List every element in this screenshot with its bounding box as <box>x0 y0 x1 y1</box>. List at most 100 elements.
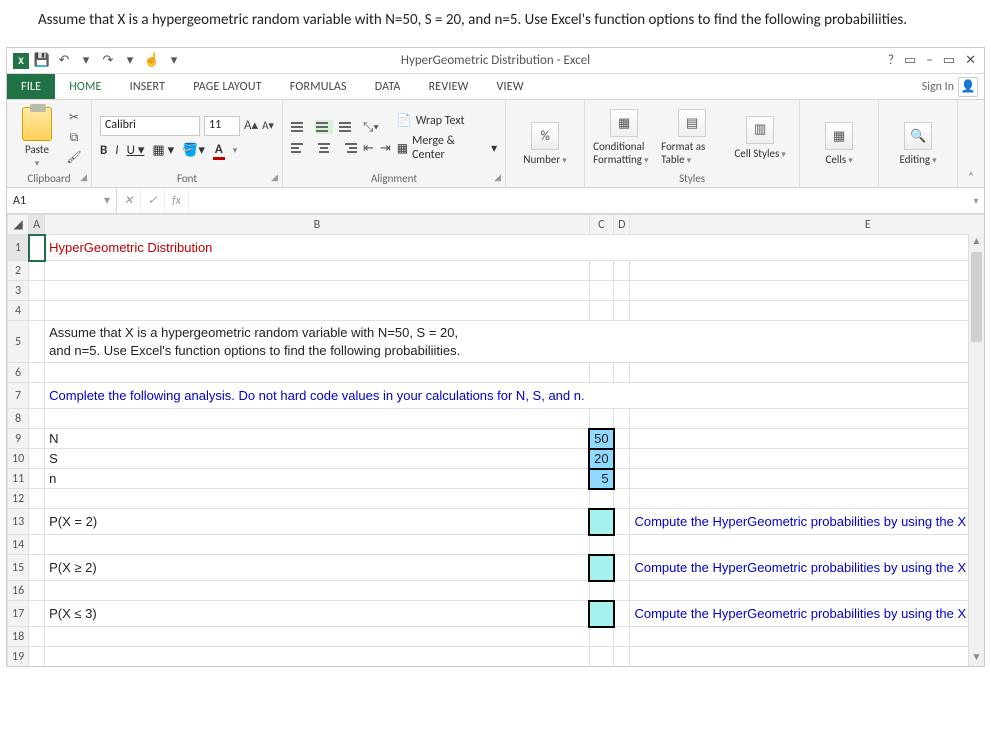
align-middle-icon[interactable] <box>315 120 333 134</box>
row-header[interactable]: 5 <box>8 321 29 363</box>
cell-C10[interactable]: 20 <box>589 449 613 469</box>
tab-home[interactable]: HOME <box>55 74 115 99</box>
row-header[interactable]: 7 <box>8 383 29 409</box>
column-headers[interactable]: ◢ A B C D E F G H I J K L M N O <box>8 215 985 235</box>
increase-indent-icon[interactable]: ⇥ <box>380 141 391 156</box>
cell-C13[interactable] <box>589 509 613 535</box>
cell-B9[interactable]: N <box>45 429 589 449</box>
sign-in[interactable]: Sign In 👤 <box>922 77 984 97</box>
scroll-up-icon[interactable]: ▲ <box>969 234 984 250</box>
orientation-icon[interactable]: ⤡▾ <box>363 120 379 135</box>
cell-C17[interactable] <box>589 601 613 627</box>
font-color-icon[interactable]: A <box>213 142 225 160</box>
touch-mode-icon[interactable]: ☝ <box>143 53 161 69</box>
cell-B13[interactable]: P(X = 2) <box>45 509 589 535</box>
fill-color-icon[interactable]: 🪣▾ <box>182 143 205 158</box>
cell-C15[interactable] <box>589 555 613 581</box>
row-header[interactable]: 17 <box>8 601 29 627</box>
enter-icon[interactable]: ✓ <box>141 188 165 213</box>
restore-button[interactable]: ▭ <box>943 53 955 68</box>
cell-E15[interactable]: Compute the HyperGeometric probabilities… <box>630 555 984 581</box>
tab-file[interactable]: FILE <box>7 74 55 99</box>
cell-C11[interactable]: 5 <box>589 469 613 489</box>
decrease-indent-icon[interactable]: ⇤ <box>363 141 374 156</box>
format-as-table-button[interactable]: ▤ Format as Table <box>661 109 723 166</box>
underline-button[interactable]: U ▾ <box>127 143 145 158</box>
cells-button[interactable]: ▦ Cells <box>808 122 870 166</box>
tab-insert[interactable]: INSERT <box>116 74 180 99</box>
cell-A1[interactable] <box>29 235 45 261</box>
tab-page-layout[interactable]: PAGE LAYOUT <box>179 74 276 99</box>
save-icon[interactable]: 💾 <box>33 53 51 69</box>
align-left-icon[interactable] <box>291 141 309 155</box>
col-header[interactable]: C <box>589 215 613 235</box>
minimize-button[interactable]: – <box>926 53 932 68</box>
col-header[interactable]: D <box>614 215 630 235</box>
collapse-ribbon-icon[interactable]: ˄ <box>958 166 984 187</box>
border-icon[interactable]: ▦ ▾ <box>152 143 174 158</box>
row-header[interactable]: 10 <box>8 449 29 469</box>
cell-B11[interactable]: n <box>45 469 589 489</box>
undo-icon[interactable]: ↶ <box>55 53 73 69</box>
row-header[interactable]: 8 <box>8 409 29 429</box>
expand-formula-bar-icon[interactable]: ▾ <box>968 194 984 207</box>
name-box[interactable]: A1 <box>7 188 117 213</box>
row-header[interactable]: 12 <box>8 489 29 509</box>
help-button[interactable]: ? <box>888 53 894 68</box>
scroll-down-icon[interactable]: ▼ <box>969 650 984 666</box>
row-header[interactable]: 16 <box>8 581 29 601</box>
row-header[interactable]: 19 <box>8 647 29 667</box>
row-header[interactable]: 15 <box>8 555 29 581</box>
row-header[interactable]: 18 <box>8 627 29 647</box>
dialog-launcher-icon[interactable]: ◢ <box>494 172 501 183</box>
tab-formulas[interactable]: FORMULAS <box>276 74 361 99</box>
row-header[interactable]: 1 <box>8 235 29 261</box>
cell-B1[interactable]: HyperGeometric Distribution <box>45 235 589 261</box>
qat-dropdown-icon[interactable]: ▾ <box>121 53 139 69</box>
cut-icon[interactable]: ✂ <box>65 110 83 126</box>
paste-button[interactable]: Paste ▾ <box>15 107 59 169</box>
font-name-select[interactable]: Calibri <box>100 116 200 136</box>
grow-font-icon[interactable]: A▴ <box>244 118 258 133</box>
col-header[interactable]: A <box>29 215 45 235</box>
row-header[interactable]: 4 <box>8 301 29 321</box>
align-top-icon[interactable] <box>291 120 309 134</box>
close-button[interactable]: ✕ <box>965 53 976 68</box>
row-header[interactable]: 11 <box>8 469 29 489</box>
cell-B5[interactable]: Assume that X is a hypergeometric random… <box>45 321 589 363</box>
format-painter-icon[interactable]: 🖌 <box>65 150 83 166</box>
row-header[interactable]: 14 <box>8 535 29 555</box>
align-right-icon[interactable] <box>339 141 357 155</box>
align-bottom-icon[interactable] <box>339 120 357 134</box>
redo-icon[interactable]: ↷ <box>99 53 117 69</box>
select-all-corner[interactable]: ◢ <box>8 215 29 235</box>
tab-view[interactable]: VIEW <box>483 74 538 99</box>
cell-E13[interactable]: Compute the HyperGeometric probabilities… <box>630 509 984 535</box>
font-size-select[interactable]: 11 <box>204 116 240 136</box>
formula-input[interactable] <box>189 188 968 213</box>
shrink-font-icon[interactable]: A▾ <box>262 119 274 132</box>
cell-B17[interactable]: P(X ≤ 3) <box>45 601 589 627</box>
row-header[interactable]: 6 <box>8 363 29 383</box>
tab-review[interactable]: REVIEW <box>415 74 483 99</box>
cell-B15[interactable]: P(X ≥ 2) <box>45 555 589 581</box>
tab-data[interactable]: DATA <box>361 74 415 99</box>
col-header[interactable]: B <box>45 215 589 235</box>
cell-C9[interactable]: 50 <box>589 429 613 449</box>
dialog-launcher-icon[interactable]: ◢ <box>80 172 87 183</box>
number-format-button[interactable]: % Number <box>514 122 576 166</box>
row-header[interactable]: 2 <box>8 261 29 281</box>
cell-B10[interactable]: S <box>45 449 589 469</box>
cell-B7[interactable]: Complete the following analysis. Do not … <box>45 383 589 409</box>
bold-button[interactable]: B <box>100 143 107 158</box>
ribbon-display-button[interactable]: ▭ <box>904 53 916 68</box>
qat-dropdown-icon[interactable]: ▾ <box>77 53 95 69</box>
cell-E17[interactable]: Compute the HyperGeometric probabilities… <box>630 601 984 627</box>
conditional-formatting-button[interactable]: ▦ Conditional Formatting <box>593 109 655 166</box>
cell-styles-button[interactable]: ▥ Cell Styles <box>729 116 791 160</box>
qat-customize-icon[interactable]: ▾ <box>165 53 183 69</box>
cancel-icon[interactable]: ✕ <box>117 188 141 213</box>
align-center-icon[interactable] <box>315 141 333 155</box>
scroll-thumb[interactable] <box>971 252 982 342</box>
vertical-scrollbar[interactable]: ▲ ▼ <box>968 234 984 666</box>
